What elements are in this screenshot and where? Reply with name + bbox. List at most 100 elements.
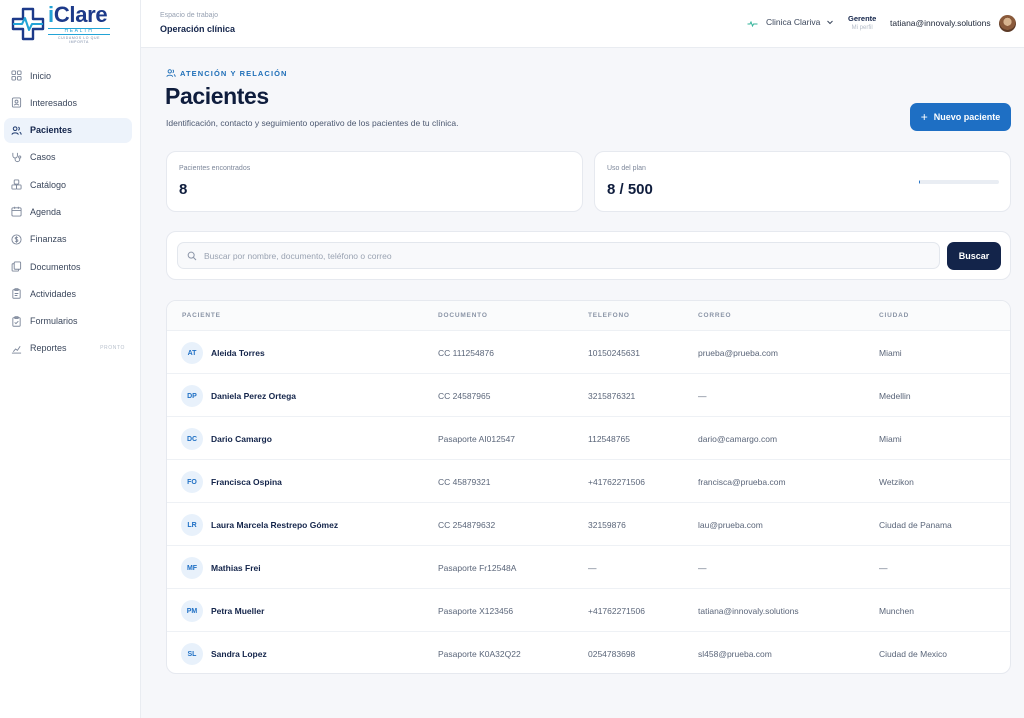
brand-name: iClare [48, 2, 108, 27]
chart-icon [11, 343, 22, 354]
table-row[interactable]: FO Francisca Ospina CC 45879321 +4176227… [167, 460, 1010, 503]
patient-document: CC 111254876 [438, 348, 494, 358]
plus-icon: + [920, 110, 928, 124]
patient-initials-avatar: FO [181, 471, 203, 493]
patient-name[interactable]: Sandra Lopez [211, 649, 267, 659]
column-header-email[interactable]: CORREO [698, 312, 731, 319]
brand-logo[interactable]: iClare HEALTH CUIDAMOS LO QUE IMPORTA [10, 2, 110, 44]
patient-name[interactable]: Mathias Frei [211, 563, 261, 573]
table-row[interactable]: DC Dario Camargo Pasaporte AI012547 1125… [167, 417, 1010, 460]
patient-city: Miami [879, 348, 902, 358]
stat-value: 8 / 500 [607, 181, 653, 198]
sidebar-item-actividades[interactable]: Actividades [4, 281, 132, 306]
patient-document: CC 45879321 [438, 477, 491, 487]
patient-city: Munchen [879, 606, 914, 616]
stat-label: Uso del plan [607, 165, 646, 172]
table-row[interactable]: PM Petra Mueller Pasaporte X123456 +4176… [167, 589, 1010, 632]
table-row[interactable]: AT Aleida Torres CC 111254876 1015024563… [167, 331, 1010, 374]
patient-document: CC 254879632 [438, 520, 496, 530]
contact-card-icon [11, 97, 22, 108]
sidebar-item-label: Documentos [30, 261, 81, 272]
table-row[interactable]: SL Sandra Lopez Pasaporte K0A32Q22 02547… [167, 632, 1010, 673]
new-patient-button[interactable]: + Nuevo paciente [910, 103, 1011, 131]
sidebar-item-interesados[interactable]: Interesados [4, 90, 132, 115]
patient-phone: 0254783698 [588, 649, 636, 659]
sidebar-item-label: Reportes [30, 343, 67, 354]
sidebar-item-label: Casos [30, 152, 56, 163]
patient-email: dario@camargo.com [698, 434, 778, 444]
patient-email: — [698, 563, 707, 573]
search-box[interactable] [177, 242, 940, 269]
patient-city: Wetzikon [879, 477, 914, 487]
grid-icon [11, 70, 22, 81]
patient-city: — [879, 563, 888, 573]
patient-phone: 112548765 [588, 434, 630, 444]
eyebrow-text: ATENCIÓN Y RELACIÓN [180, 68, 288, 78]
patient-initials-avatar: DP [181, 385, 203, 407]
clinic-selector[interactable]: Clinica Clariva [747, 17, 834, 28]
patient-phone: +41762271506 [588, 477, 645, 487]
workspace-label: Espacio de trabajo [160, 12, 218, 19]
column-header-phone[interactable]: TELEFONO [588, 312, 630, 319]
page-title: Pacientes [165, 83, 269, 109]
sidebar-item-label: Agenda [30, 206, 62, 217]
sidebar-item-agenda[interactable]: Agenda [4, 199, 132, 224]
patient-phone: 3215876321 [588, 391, 636, 401]
topbar: Espacio de trabajo Operación clínica Cli… [141, 0, 1024, 48]
patient-name[interactable]: Aleida Torres [211, 348, 265, 358]
patient-name[interactable]: Laura Marcela Restrepo Gómez [211, 520, 338, 530]
section-eyebrow: ATENCIÓN Y RELACIÓN [166, 68, 288, 78]
sidebar-item-documentos[interactable]: Documentos [4, 254, 132, 279]
sidebar-item-finanzas[interactable]: Finanzas [4, 227, 132, 252]
search-card: Buscar [166, 231, 1011, 280]
column-header-document[interactable]: DOCUMENTO [438, 312, 488, 319]
patient-phone: 32159876 [588, 520, 626, 530]
patient-document: Pasaporte Fr12548A [438, 563, 517, 573]
patient-document: CC 24587965 [438, 391, 491, 401]
sidebar-item-casos[interactable]: Casos [4, 145, 132, 170]
sidebar-item-catalogo[interactable]: Catálogo [4, 172, 132, 197]
table-row[interactable]: MF Mathias Frei Pasaporte Fr12548A — — — [167, 546, 1010, 589]
users-icon [166, 69, 176, 77]
plan-usage-progress-fill [919, 180, 921, 184]
patient-initials-avatar: PM [181, 600, 203, 622]
sidebar: iClare HEALTH CUIDAMOS LO QUE IMPORTA In… [0, 0, 141, 718]
table-row[interactable]: DP Daniela Perez Ortega CC 24587965 3215… [167, 374, 1010, 417]
sidebar-item-inicio[interactable]: Inicio [4, 63, 132, 88]
calendar-icon [11, 206, 22, 218]
profile-link: Mi perfil [851, 25, 873, 31]
sidebar-item-formularios[interactable]: Formularios [4, 309, 132, 334]
sidebar-item-label: Formularios [30, 316, 78, 327]
avatar[interactable] [999, 15, 1016, 32]
patient-phone: +41762271506 [588, 606, 645, 616]
table-row[interactable]: LR Laura Marcela Restrepo Gómez CC 25487… [167, 503, 1010, 546]
workspace-name: Operación clínica [160, 24, 236, 34]
sidebar-item-pacientes[interactable]: Pacientes [4, 117, 132, 143]
dollar-circle-icon [11, 234, 22, 245]
patient-initials-avatar: DC [181, 428, 203, 450]
user-role[interactable]: Gerente Mi perfil [848, 14, 876, 31]
patient-initials-avatar: MF [181, 557, 203, 579]
sidebar-item-reportes[interactable]: Reportes PRONTO [4, 336, 132, 361]
patient-city: Medellin [879, 391, 911, 401]
column-header-city[interactable]: CIUDAD [879, 312, 909, 319]
patient-document: Pasaporte AI012547 [438, 434, 516, 444]
column-header-patient[interactable]: PACIENTE [182, 312, 221, 319]
brand-sub: HEALTH [48, 28, 110, 35]
patients-table: PACIENTE DOCUMENTO TELEFONO CORREO CIUDA… [166, 300, 1011, 674]
search-button[interactable]: Buscar [947, 242, 1001, 270]
patient-name[interactable]: Daniela Perez Ortega [211, 391, 296, 401]
plan-usage-progress [919, 180, 999, 184]
patient-initials-avatar: LR [181, 514, 203, 536]
search-icon [187, 251, 197, 260]
patient-name[interactable]: Dario Camargo [211, 434, 272, 444]
sidebar-item-label: Interesados [30, 97, 78, 108]
user-email[interactable]: tatiana@innovaly.solutions [890, 18, 991, 28]
patient-name[interactable]: Petra Mueller [211, 606, 264, 616]
new-patient-label: Nuevo paciente [933, 112, 1001, 122]
patient-city: Ciudad de Panama [879, 520, 952, 530]
patient-email: prueba@prueba.com [698, 348, 778, 358]
search-input[interactable] [204, 250, 904, 261]
patient-initials-avatar: AT [181, 342, 203, 364]
patient-name[interactable]: Francisca Ospina [211, 477, 282, 487]
